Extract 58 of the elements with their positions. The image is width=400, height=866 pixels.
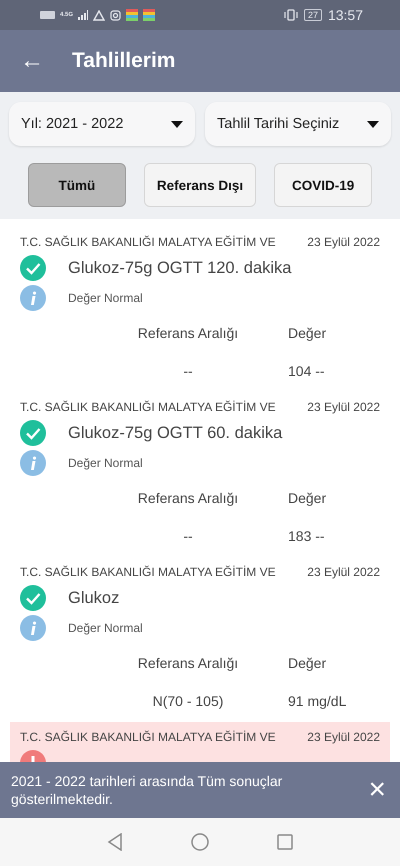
back-nav-icon[interactable] bbox=[107, 833, 123, 851]
result-value: 104 -- bbox=[287, 363, 326, 379]
test-name: Glukoz-75g OGTT 120. dakika bbox=[68, 258, 292, 278]
warning-icon bbox=[93, 10, 106, 20]
result-status: Değer Normal bbox=[68, 456, 143, 470]
filter-tab[interactable]: Referans Dışı bbox=[144, 163, 256, 207]
result-value: 183 -- bbox=[287, 528, 326, 544]
back-button[interactable]: ← bbox=[20, 49, 44, 73]
result-status: Değer Normal bbox=[68, 621, 143, 635]
result-date: 23 Eylül 2022 bbox=[307, 235, 380, 249]
dropdown-field[interactable]: Yıl: 2021 - 2022 bbox=[9, 102, 195, 146]
column-header: Referans Aralığı bbox=[136, 325, 240, 341]
caret-icon bbox=[367, 120, 379, 128]
screen-title: Tahlillerim bbox=[72, 49, 176, 73]
test-name: Glukoz bbox=[68, 588, 120, 608]
filter-tab[interactable]: COVID-19 bbox=[274, 163, 372, 207]
camera-icon bbox=[110, 10, 122, 20]
info-icon[interactable] bbox=[20, 615, 46, 641]
check-icon bbox=[20, 585, 46, 611]
result-date: 23 Eylül 2022 bbox=[307, 730, 380, 744]
check-icon bbox=[20, 420, 46, 446]
column-header: Değer bbox=[287, 325, 328, 341]
check-icon bbox=[20, 255, 46, 281]
result-status: Değer Normal bbox=[68, 291, 143, 305]
info-icon[interactable] bbox=[20, 450, 46, 476]
result-date: 23 Eylül 2022 bbox=[307, 565, 380, 579]
reference-range: -- bbox=[182, 528, 194, 544]
signal-icon bbox=[78, 10, 88, 20]
snackbar-message: 2021 - 2022 tarihleri arasında Tüm sonuçlar gösterilmektedir. bbox=[11, 772, 284, 808]
test-name: Glukoz-75g OGTT 60. dakika bbox=[68, 424, 282, 442]
result-value: 91 mg/dL bbox=[287, 693, 348, 709]
column-header: Referans Aralığı bbox=[136, 655, 240, 671]
result-card[interactable]: T.C. SAĞLIK BAKANLIĞI MALATYA EĞİTİM VE 23 Eylül 2022 bbox=[10, 722, 390, 762]
app-icon bbox=[126, 9, 138, 21]
home-nav-icon[interactable] bbox=[191, 833, 209, 851]
reference-range: N(70 - 105) bbox=[152, 693, 224, 709]
column-header: Değer bbox=[287, 490, 328, 506]
dropdown-field[interactable]: Tahlil Tarihi Seçiniz bbox=[205, 102, 391, 146]
app-icon bbox=[143, 9, 156, 21]
close-button[interactable]: × bbox=[368, 775, 386, 805]
battery-level: 27 bbox=[304, 9, 322, 21]
recents-nav-icon[interactable] bbox=[277, 834, 293, 850]
institution-name: T.C. SAĞLIK BAKANLIĞI MALATYA EĞİTİM VE bbox=[20, 400, 276, 414]
institution-name: T.C. SAĞLIK BAKANLIĞI MALATYA EĞİTİM VE bbox=[20, 730, 276, 744]
result-date: 23 Eylül 2022 bbox=[307, 400, 380, 414]
filter-tab[interactable]: Tümü bbox=[28, 163, 126, 207]
institution-name: T.C. SAĞLIK BAKANLIĞI MALATYA EĞİTİM VE bbox=[20, 235, 276, 249]
column-header: Değer bbox=[287, 655, 328, 671]
result-card[interactable]: T.C. SAĞLIK BAKANLIĞI MALATYA EĞİTİM VE 23 Eylül 2022 Glukoz Değer Normal Referans Aralığı Değer N(70 - 105) 91 mg/dL bbox=[10, 557, 390, 719]
institution-name: T.C. SAĞLIK BAKANLIĞI MALATYA EĞİTİM VE bbox=[20, 565, 276, 579]
reference-range: -- bbox=[182, 363, 194, 379]
clock-time: 13:57 bbox=[328, 7, 363, 23]
result-card[interactable]: T.C. SAĞLIK BAKANLIĞI MALATYA EĞİTİM VE 23 Eylül 2022 Glukoz-75g OGTT 120. dakika Değer Normal Referans Aralığı Değer -- 104 -- bbox=[10, 227, 390, 389]
info-icon[interactable] bbox=[20, 285, 46, 311]
result-card[interactable]: T.C. SAĞLIK BAKANLIĞI MALATYA EĞİTİM VE 23 Eylül 2022 Glukoz-75g OGTT 60. dakika Değer Normal Referans Aralığı Değer -- 183 -- bbox=[10, 392, 390, 554]
vibrate-icon bbox=[284, 9, 298, 21]
caret-icon bbox=[171, 120, 183, 128]
column-header: Referans Aralığı bbox=[136, 490, 240, 506]
